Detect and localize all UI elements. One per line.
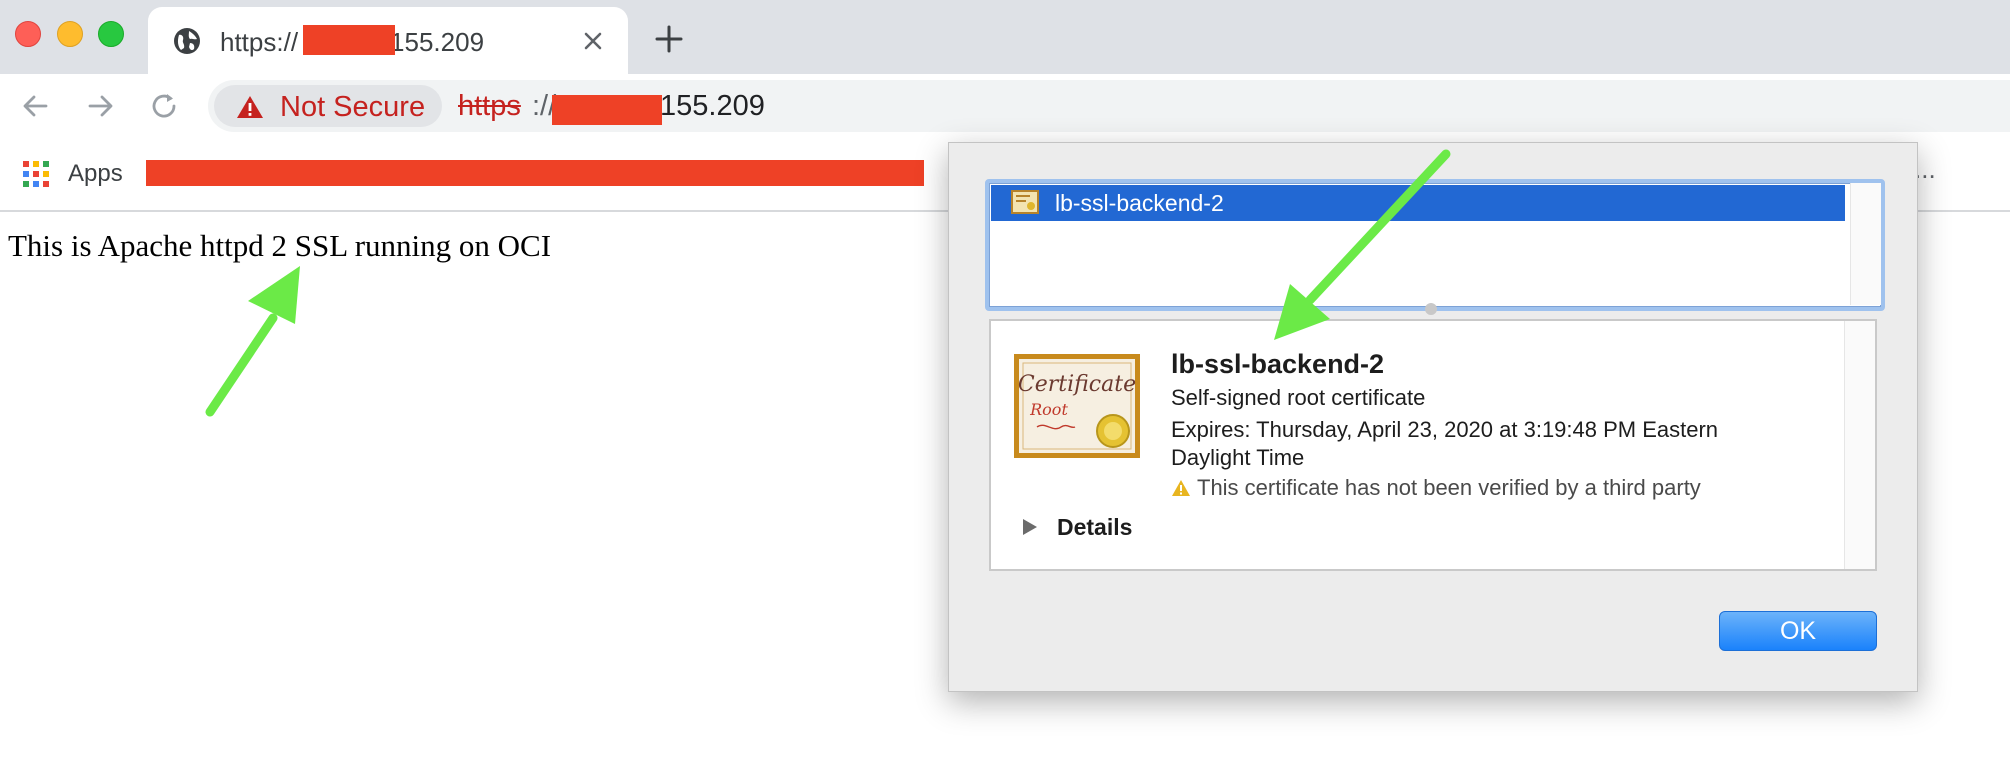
reload-icon[interactable] — [148, 90, 180, 122]
globe-icon — [174, 28, 200, 54]
svg-text:Root: Root — [1029, 400, 1068, 419]
page-body-text: This is Apache httpd 2 SSL running on OC… — [8, 228, 552, 263]
arrow-left-icon[interactable] — [20, 90, 52, 122]
address-bar[interactable]: Not Secure https :// 155.209 — [208, 80, 2010, 132]
certificate-expiry: Expires: Thursday, April 23, 2020 at 3:1… — [1171, 417, 1719, 442]
navigation-toolbar: Not Secure https :// 155.209 — [0, 74, 2010, 138]
zoom-window-button[interactable] — [98, 21, 124, 47]
certificate-name: lb-ssl-backend-2 — [1171, 349, 1385, 379]
details-scrollbar[interactable] — [1844, 321, 1875, 569]
url-scheme: https — [458, 90, 521, 122]
tab-strip: https://155.209 — [0, 0, 2010, 74]
close-window-button[interactable] — [15, 21, 41, 47]
split-view-handle[interactable] — [1425, 303, 1437, 315]
not-secure-label: Not Secure — [280, 91, 426, 123]
certificate-icon — [1011, 190, 1039, 214]
list-scrollbar[interactable] — [1850, 183, 1881, 305]
warning-triangle-icon — [237, 96, 263, 118]
svg-text:Certificate: Certificate — [1018, 372, 1136, 397]
details-disclosure[interactable]: Details — [1057, 514, 1132, 541]
certificate-expiry-continued: Daylight Time — [1171, 445, 1305, 470]
redaction-block — [552, 95, 662, 125]
warning-icon — [1172, 480, 1190, 496]
url-host: 155.209 — [660, 90, 765, 122]
certificate-type: Self-signed root certificate — [1171, 385, 1426, 410]
security-indicator[interactable]: Not Secure — [214, 85, 442, 127]
certificate-details-panel: Certificate Root lb-ssl-backend-2 Self-s… — [989, 319, 1877, 571]
certificate-dialog: lb-ssl-backend-2 Certificate Root lb-ssl… — [948, 142, 1918, 692]
disclosure-triangle-icon[interactable] — [1021, 517, 1039, 537]
apps-grid-icon[interactable] — [22, 160, 50, 188]
certificate-list-item[interactable]: lb-ssl-backend-2 — [991, 185, 1845, 221]
apps-bookmark[interactable]: Apps — [68, 160, 123, 188]
redaction-block — [303, 25, 395, 55]
plus-icon[interactable] — [654, 24, 684, 54]
certificate-list[interactable]: lb-ssl-backend-2 — [985, 179, 1885, 311]
ok-button[interactable]: OK — [1719, 611, 1877, 651]
redaction-block — [146, 160, 924, 186]
certificate-seal-icon: Certificate Root — [1014, 354, 1140, 458]
minimize-window-button[interactable] — [57, 21, 83, 47]
close-icon[interactable] — [580, 28, 606, 54]
arrow-right-icon[interactable] — [84, 90, 116, 122]
verification-warning: This certificate has not been verified b… — [1197, 475, 1701, 500]
annotation-arrow-icon — [205, 266, 300, 417]
